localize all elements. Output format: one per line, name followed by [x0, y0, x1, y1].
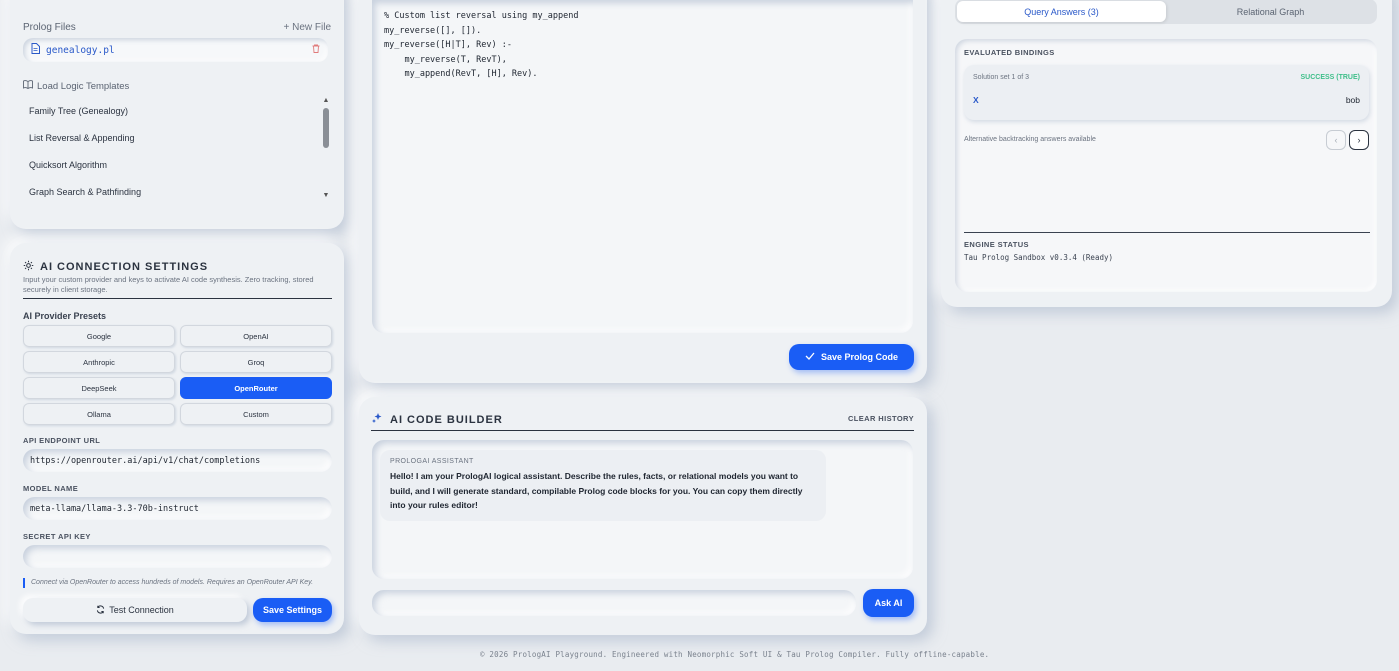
status-badge: SUCCESS (TRUE): [1300, 74, 1360, 81]
binding-value: bob: [1345, 95, 1360, 105]
settings-divider: [23, 298, 332, 299]
engine-divider: [964, 232, 1370, 233]
preset-groq-button[interactable]: Groq: [180, 351, 332, 373]
new-file-button[interactable]: + New File: [283, 22, 331, 33]
binding-variable: X: [973, 95, 979, 105]
preset-custom-button[interactable]: Custom: [180, 403, 332, 425]
template-item[interactable]: Family Tree (Genealogy): [23, 97, 330, 124]
file-item[interactable]: genealogy.pl: [23, 38, 328, 62]
templates-scrollbar[interactable]: ▲ ▼: [321, 97, 331, 215]
ai-settings-panel: AI CONNECTION SETTINGS Input your custom…: [10, 243, 344, 634]
templates-list: Family Tree (Genealogy) List Reversal & …: [23, 97, 330, 216]
endpoint-label: API ENDPOINT URL: [23, 436, 101, 445]
tab-relational-graph[interactable]: Relational Graph: [1166, 1, 1375, 22]
previous-solution-button[interactable]: ‹: [1326, 130, 1346, 150]
model-input[interactable]: meta-llama/llama-3.3-70b-instruct: [23, 497, 332, 520]
engine-status-value: Tau Prolog Sandbox v0.3.4 (Ready): [964, 253, 1114, 262]
files-panel: Prolog Files + New File genealogy.pl Loa…: [10, 0, 344, 229]
builder-divider: [371, 430, 914, 431]
builder-title: AI CODE BUILDER: [390, 414, 503, 426]
save-settings-button[interactable]: Save Settings: [253, 598, 332, 622]
template-item[interactable]: Graph Search & Pathfinding: [23, 178, 330, 205]
preset-deepseek-button[interactable]: DeepSeek: [23, 377, 175, 399]
message-sender: PROLOGAI ASSISTANT: [390, 458, 474, 465]
bindings-label: EVALUATED BINDINGS: [964, 48, 1055, 57]
provider-presets: Google OpenAI Anthropic Groq DeepSeek Op…: [23, 325, 332, 425]
solution-card: Solution set 1 of 3 SUCCESS (TRUE) X bob: [964, 65, 1369, 120]
preset-ollama-button[interactable]: Ollama: [23, 403, 175, 425]
scroll-up-icon[interactable]: ▲: [321, 97, 331, 104]
save-prolog-code-button[interactable]: Save Prolog Code: [789, 344, 914, 370]
files-header: Prolog Files + New File: [23, 22, 331, 33]
ask-ai-button[interactable]: Ask AI: [863, 589, 914, 617]
save-prolog-code-label: Save Prolog Code: [820, 352, 899, 362]
files-section-label: Prolog Files: [23, 22, 76, 33]
preset-openrouter-button[interactable]: OpenRouter: [180, 377, 332, 399]
test-connection-button[interactable]: Test Connection: [23, 598, 247, 622]
chat-input[interactable]: [372, 590, 856, 616]
scroll-down-icon[interactable]: ▼: [321, 192, 331, 199]
solution-count: Solution set 1 of 3: [973, 74, 1030, 81]
alternatives-text: Alternative backtracking answers availab…: [964, 136, 1096, 143]
builder-header: AI CODE BUILDER: [371, 411, 503, 429]
chevron-right-icon: ›: [1357, 135, 1361, 145]
ai-code-builder-panel: AI CODE BUILDER CLEAR HISTORY PROLOGAI A…: [359, 397, 927, 635]
preset-anthropic-button[interactable]: Anthropic: [23, 351, 175, 373]
clear-history-button[interactable]: CLEAR HISTORY: [848, 414, 914, 423]
settings-title: AI CONNECTION SETTINGS: [40, 261, 209, 273]
results-panel: Query Answers (3) Relational Graph EVALU…: [941, 0, 1392, 307]
scroll-thumb[interactable]: [323, 108, 329, 148]
presets-label: AI Provider Presets: [23, 311, 107, 321]
template-item[interactable]: List Reversal & Appending: [23, 124, 330, 151]
provider-hint: Connect via OpenRouter to access hundred…: [23, 578, 332, 588]
sparkles-icon: [371, 411, 383, 429]
assistant-message: PROLOGAI ASSISTANT Hello! I am your Prol…: [380, 450, 826, 521]
test-connection-label: Test Connection: [109, 605, 174, 615]
refresh-icon: [96, 605, 105, 616]
template-item[interactable]: N-Queens Puzzle (4-Queens): [23, 205, 330, 216]
api-key-label: SECRET API KEY: [23, 532, 91, 541]
settings-header: AI CONNECTION SETTINGS: [23, 258, 208, 276]
file-icon: [31, 41, 40, 59]
endpoint-input[interactable]: https://openrouter.ai/api/v1/chat/comple…: [23, 449, 332, 472]
prolog-code-editor[interactable]: % Custom list reversal using my_append m…: [372, 0, 913, 333]
templates-header: Load Logic Templates: [23, 80, 129, 92]
results-content: EVALUATED BINDINGS Solution set 1 of 3 S…: [955, 39, 1377, 292]
gear-icon: [23, 258, 34, 276]
editor-panel: % Custom list reversal using my_append m…: [359, 0, 927, 383]
chat-history: PROLOGAI ASSISTANT Hello! I am your Prol…: [372, 440, 913, 579]
tab-query-answers[interactable]: Query Answers (3): [957, 1, 1166, 22]
results-tabs: Query Answers (3) Relational Graph: [955, 0, 1377, 24]
file-name: genealogy.pl: [46, 44, 115, 56]
message-text: Hello! I am your PrologAI logical assist…: [390, 471, 803, 510]
book-icon: [23, 80, 33, 92]
chevron-left-icon: ‹: [1334, 135, 1338, 145]
preset-google-button[interactable]: Google: [23, 325, 175, 347]
templates-label: Load Logic Templates: [37, 80, 130, 92]
preset-openai-button[interactable]: OpenAI: [180, 325, 332, 347]
footer: © 2026 PrologAI Playground. Engineered w…: [480, 650, 990, 659]
model-label: MODEL NAME: [23, 484, 79, 493]
template-item[interactable]: Quicksort Algorithm: [23, 151, 330, 178]
engine-status-label: ENGINE STATUS: [964, 240, 1029, 249]
next-solution-button[interactable]: ›: [1349, 130, 1369, 150]
api-key-input[interactable]: [23, 545, 332, 568]
check-icon: [805, 352, 815, 362]
settings-description: Input your custom provider and keys to a…: [23, 275, 314, 294]
trash-icon[interactable]: [312, 44, 320, 56]
